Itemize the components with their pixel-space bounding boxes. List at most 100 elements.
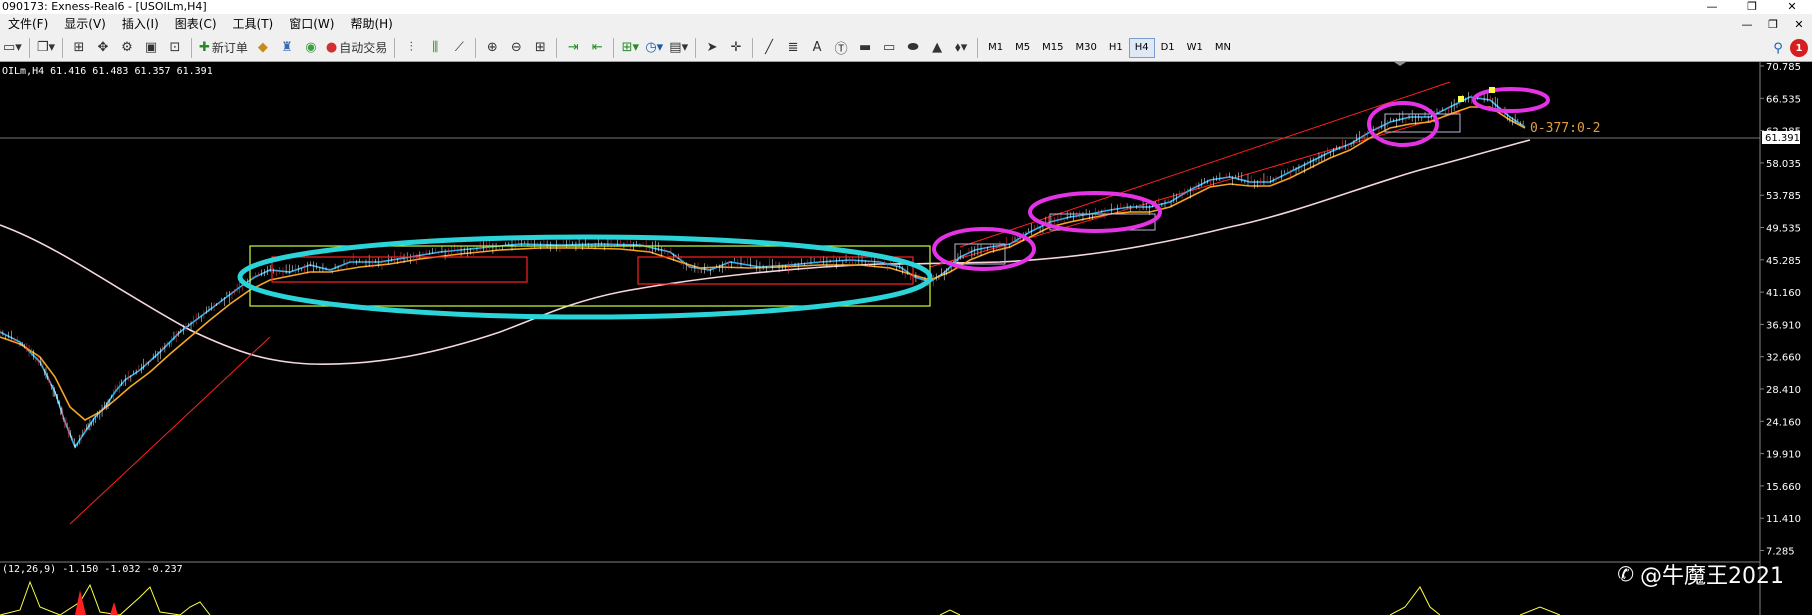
timeframe-m15[interactable]: M15	[1036, 38, 1069, 58]
price-axis-label: 7.285	[1766, 547, 1795, 558]
menu-tools[interactable]: 工具(T)	[225, 14, 282, 34]
trading-icon[interactable]: ♜	[276, 37, 298, 59]
signals-icon[interactable]: ◉	[300, 37, 322, 59]
new-chart-icon[interactable]: ▭▾	[1, 37, 24, 59]
macd-signal-line	[0, 580, 1561, 615]
zoom-in-icon[interactable]: ⊕	[481, 37, 503, 59]
price-chart[interactable]: 0-377:0-2 70.78566.53562.28558.03553.785…	[0, 62, 1812, 615]
arrows-icon[interactable]: ⬧▾	[950, 37, 972, 59]
consolidation-box-green	[249, 245, 931, 307]
mt4-app: 090173: Exness-Real6 - [USOILm,H4] — ❐ ✕…	[0, 0, 1812, 615]
crosshair-icon[interactable]: ✛	[725, 37, 747, 59]
ellipse-icon[interactable]: ⬬	[902, 37, 924, 59]
price-axis-label: 15.660	[1766, 482, 1801, 493]
close-button[interactable]: ✕	[1772, 0, 1812, 14]
timeframe-mn[interactable]: MN	[1209, 38, 1237, 58]
child-window-controls: — ❐ ✕	[1734, 14, 1812, 34]
new-order-icon: ✚	[199, 40, 210, 55]
rectangle-icon[interactable]: ▬	[854, 37, 876, 59]
price-axis-label: 19.910	[1766, 450, 1801, 461]
price-axis-label: 53.785	[1766, 191, 1801, 202]
channel-line-lower	[69, 111, 1461, 525]
terminal-icon[interactable]: ▣	[140, 37, 162, 59]
trendline-icon[interactable]: ╱	[758, 37, 780, 59]
timeframe-w1[interactable]: W1	[1181, 38, 1209, 58]
menu-charts[interactable]: 图表(C)	[167, 14, 225, 34]
timeframe-d1[interactable]: D1	[1155, 38, 1181, 58]
price-axis-label: 45.285	[1766, 256, 1801, 267]
toolbar-separator	[62, 37, 63, 58]
child-close-button[interactable]: ✕	[1786, 18, 1812, 31]
profiles-icon[interactable]: ❐▾	[35, 37, 57, 59]
tester-icon[interactable]: ⊡	[164, 37, 186, 59]
metaeditor-icon[interactable]: ◆	[252, 37, 274, 59]
arrow-icon[interactable]: ▭	[878, 37, 900, 59]
cursor-icon[interactable]: ➤	[701, 37, 723, 59]
toolbar-separator	[394, 37, 396, 58]
child-minimize-button[interactable]: —	[1734, 18, 1760, 31]
child-restore-button[interactable]: ❐	[1760, 18, 1786, 31]
templates-icon[interactable]: ▤▾	[667, 37, 690, 59]
search-icon[interactable]: ⚲	[1767, 37, 1789, 59]
auto-trading-label: 自动交易	[339, 41, 388, 55]
text-label-icon[interactable]: Ⓣ	[830, 37, 852, 59]
toolbar: ▭▾ ❐▾ ⊞ ✥ ⚙ ▣ ⊡ ✚ 新订单 ◆ ♜ ◉ ● 自动交易 ⫶ ⫼ ⟋ ⊕…	[0, 34, 1812, 62]
text-tool[interactable]: A	[806, 37, 828, 59]
tile-windows-icon[interactable]: ⊞	[529, 37, 551, 59]
minimize-button[interactable]: —	[1692, 0, 1732, 14]
menu-insert[interactable]: 插入(I)	[114, 14, 167, 34]
marker-yellow-1	[1458, 96, 1464, 102]
watermark: ✆ @牛魔王2021	[1617, 558, 1784, 590]
timeframe-m5[interactable]: M5	[1009, 38, 1036, 58]
timeframe-h4[interactable]: H4	[1128, 37, 1155, 58]
menu-file[interactable]: 文件(F)	[0, 14, 56, 34]
menu-window[interactable]: 窗口(W)	[281, 14, 342, 34]
triangle-icon[interactable]: ▲	[926, 37, 948, 59]
periods-icon[interactable]: ◷▾	[643, 37, 665, 59]
indicator-info: (12,26,9) -1.150 -1.032 -0.237	[2, 564, 183, 575]
navigator-icon[interactable]: ⚙	[116, 37, 138, 59]
line-chart-icon[interactable]: ⟋	[448, 37, 470, 59]
toolbar-separator	[613, 37, 615, 58]
maximize-button[interactable]: ❐	[1732, 0, 1772, 14]
data-window-icon[interactable]: ✥	[92, 37, 114, 59]
title-bar: 090173: Exness-Real6 - [USOILm,H4] — ❐ ✕	[0, 0, 1812, 14]
zoom-out-icon[interactable]: ⊖	[505, 37, 527, 59]
slow-ema-line	[0, 106, 1526, 421]
auto-scroll-icon[interactable]: ⇥	[562, 37, 584, 59]
indicators-icon[interactable]: ⊞▾	[619, 37, 641, 59]
timeframe-m1[interactable]: M1	[982, 38, 1009, 58]
price-axis-label: 24.160	[1766, 417, 1801, 428]
bar-chart-icon[interactable]: ⫶	[400, 37, 422, 59]
toolbar-separator	[28, 37, 30, 58]
equidistant-channel-icon[interactable]: ≣	[782, 37, 804, 59]
consolidation-box-red-left	[271, 256, 528, 283]
magenta-ellipse-3	[1367, 101, 1439, 147]
chart-shift-marker	[1394, 62, 1406, 66]
price-axis-label: 11.410	[1766, 514, 1801, 525]
channel-line-upper	[959, 81, 1451, 248]
symbol-info: OILm,H4 61.416 61.483 61.357 61.391	[2, 66, 213, 77]
watermark-text: @牛魔王2021	[1640, 564, 1784, 589]
timeframe-m30[interactable]: M30	[1069, 38, 1102, 58]
toolbar-separator	[475, 37, 477, 58]
price-axis-label: 36.910	[1766, 320, 1801, 331]
price-axis-label: 58.035	[1766, 159, 1801, 170]
notification-badge[interactable]: 1	[1790, 39, 1808, 57]
price-bars	[0, 92, 1524, 448]
menu-help[interactable]: 帮助(H)	[342, 14, 400, 34]
menu-bar: 文件(F) 显示(V) 插入(I) 图表(C) 工具(T) 窗口(W) 帮助(H…	[0, 14, 1812, 34]
toolbar-separator	[752, 37, 754, 58]
toolbar-right: ⚲ 1	[1766, 37, 1808, 59]
new-order-button[interactable]: ✚ 新订单	[197, 37, 250, 59]
watermark-logo-icon: ✆	[1617, 562, 1634, 586]
menu-view[interactable]: 显示(V)	[56, 14, 114, 34]
chart-area[interactable]: 0-377:0-2 70.78566.53562.28558.03553.785…	[0, 62, 1812, 615]
cyan-ellipse	[237, 234, 933, 320]
price-axis-label: 49.535	[1766, 224, 1801, 235]
candlestick-icon[interactable]: ⫼	[424, 37, 446, 59]
timeframe-h1[interactable]: H1	[1103, 38, 1129, 58]
auto-trading-button[interactable]: ● 自动交易	[324, 37, 389, 59]
chart-shift-icon[interactable]: ⇤	[586, 37, 608, 59]
market-watch-icon[interactable]: ⊞	[68, 37, 90, 59]
